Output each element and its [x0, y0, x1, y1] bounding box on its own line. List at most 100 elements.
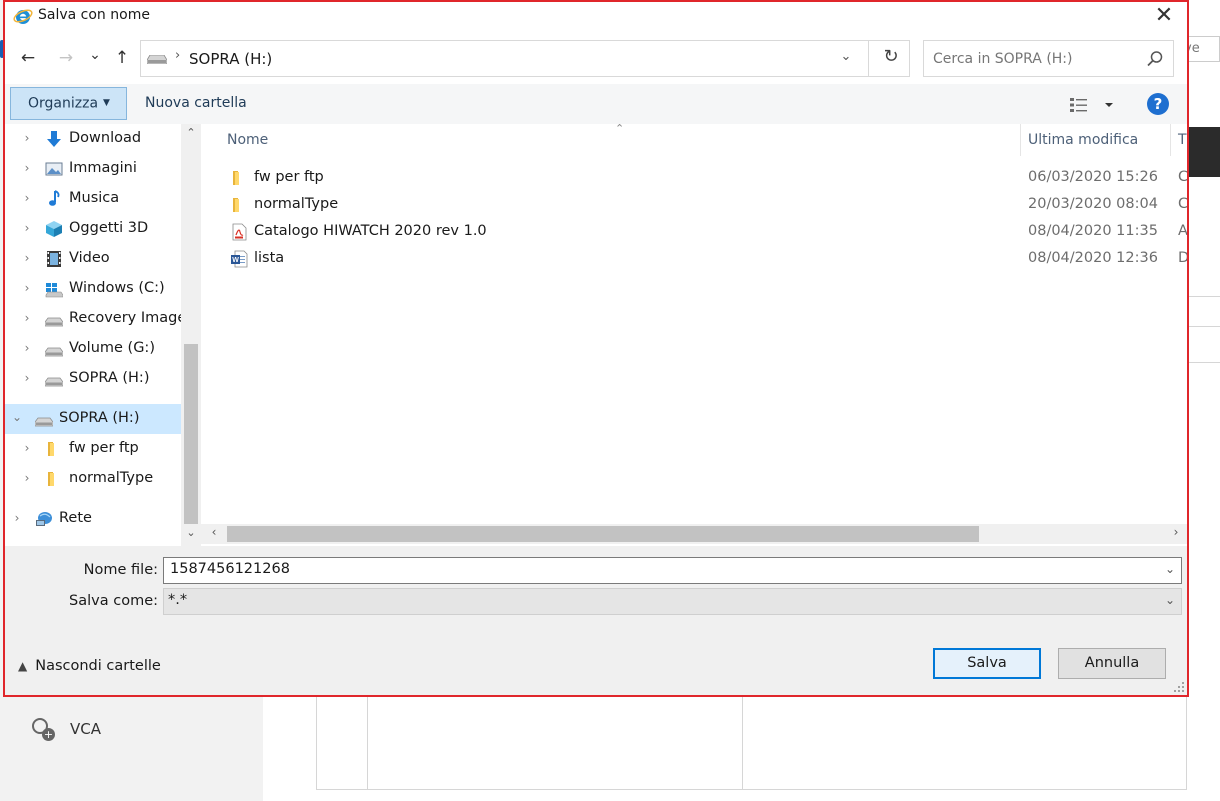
tree-item-download[interactable]: › Download	[5, 124, 181, 154]
help-button[interactable]: ?	[1147, 93, 1169, 115]
scroll-right-icon[interactable]: ›	[1167, 525, 1185, 539]
file-date: 06/03/2020 15:26	[1028, 169, 1158, 185]
chevron-down-icon[interactable]: ⌄	[1165, 562, 1175, 576]
resize-grip-icon[interactable]	[1173, 681, 1185, 693]
windows-drive-icon	[45, 283, 63, 298]
expand-arrow-icon[interactable]: ›	[21, 341, 33, 355]
tree-item-fw-per-ftp[interactable]: › fw per ftp	[5, 434, 181, 464]
filename-value: 1587456121268	[170, 561, 290, 577]
tree-item-windows-c[interactable]: › Windows (C:)	[5, 274, 181, 304]
file-row[interactable]: normalType 20/03/2020 08:04 C	[201, 192, 1187, 219]
file-type: C	[1178, 196, 1187, 212]
column-header-name[interactable]: Nome	[227, 132, 268, 166]
refresh-button[interactable]: ↻	[876, 46, 906, 67]
cancel-button[interactable]: Annulla	[1058, 648, 1166, 679]
expand-arrow-icon[interactable]: ›	[21, 471, 33, 485]
tree-item-label: SOPRA (H:)	[69, 370, 150, 386]
scroll-down-icon[interactable]: ⌄	[181, 526, 201, 544]
recent-locations-button[interactable]: ⌄	[85, 41, 105, 69]
dialog-title: Salva con nome	[38, 7, 150, 23]
address-path[interactable]: SOPRA (H:)	[189, 50, 272, 68]
tree-item-label: Recovery Image	[69, 310, 181, 326]
tree-item-video[interactable]: › Video	[5, 244, 181, 274]
title-bar[interactable]: Salva con nome ✕	[5, 2, 1187, 32]
new-folder-button[interactable]: Nuova cartella	[145, 95, 247, 111]
address-bar[interactable]: › SOPRA (H:) ⌄ ↻	[140, 40, 910, 77]
column-header-modified[interactable]: Ultima modifica	[1028, 132, 1138, 166]
scroll-up-icon[interactable]: ⌃	[181, 126, 201, 144]
tree-item-label: SOPRA (H:)	[59, 410, 140, 426]
tree-item-rete[interactable]: › Rete	[5, 504, 181, 534]
tree-item-recovery-image[interactable]: › Recovery Image	[5, 304, 181, 334]
tree-item-normaltype[interactable]: › normalType	[5, 464, 181, 494]
expand-arrow-icon[interactable]: ›	[21, 441, 33, 455]
collapse-arrow-icon[interactable]: ⌄	[11, 410, 23, 424]
forward-button[interactable]: →	[53, 44, 79, 72]
tree-item-label: Video	[69, 250, 110, 266]
back-button[interactable]: ←	[15, 44, 41, 72]
address-divider	[868, 41, 869, 76]
filename-label: Nome file:	[83, 562, 158, 578]
scroll-left-icon[interactable]: ‹	[205, 525, 223, 539]
save-button[interactable]: Salva	[933, 648, 1041, 679]
download-icon	[47, 131, 61, 147]
save-as-type-value: *.*	[168, 592, 188, 608]
expand-arrow-icon[interactable]: ›	[21, 221, 33, 235]
organize-button[interactable]: Organizza ▼	[10, 87, 127, 120]
tree-item-sopra-h-selected[interactable]: ⌄ SOPRA (H:)	[5, 404, 181, 434]
save-as-type-label: Salva come:	[69, 593, 158, 609]
tree-item-label: Volume (G:)	[69, 340, 155, 356]
tree-item-immagini[interactable]: › Immagini	[5, 154, 181, 184]
search-input[interactable]: Cerca in SOPRA (H:)	[923, 40, 1174, 77]
column-divider[interactable]	[1020, 124, 1021, 156]
up-folder-button[interactable]: ↑	[109, 44, 135, 72]
navigation-row: ← → ⌄ ↑ › SOPRA (H:) ⌄ ↻ Cerca in SOPRA …	[5, 32, 1187, 84]
file-list-horizontal-scrollbar[interactable]: ‹ ›	[201, 524, 1187, 544]
drive-icon	[35, 417, 53, 427]
network-icon	[36, 512, 52, 526]
file-date: 08/04/2020 12:36	[1028, 250, 1158, 266]
background-vca-item[interactable]: + VCA	[30, 716, 101, 742]
view-options-icon[interactable]	[1069, 94, 1117, 116]
file-row[interactable]: fw per ftp 06/03/2020 15:26 C	[201, 165, 1187, 192]
address-dropdown-button[interactable]: ⌄	[833, 49, 859, 64]
command-bar: Organizza ▼ Nuova cartella ?	[5, 84, 1187, 124]
tree-item-sopra-h[interactable]: › SOPRA (H:)	[5, 364, 181, 394]
column-header-type[interactable]: Ti	[1178, 132, 1187, 166]
expand-arrow-icon[interactable]: ›	[21, 311, 33, 325]
drive-icon	[45, 377, 63, 387]
tree-item-label: Windows (C:)	[69, 280, 165, 296]
expand-arrow-icon[interactable]: ›	[21, 281, 33, 295]
expand-arrow-icon[interactable]: ›	[21, 251, 33, 265]
filename-field[interactable]: 1587456121268 ⌄	[163, 557, 1182, 584]
expand-arrow-icon[interactable]: ›	[21, 371, 33, 385]
file-row[interactable]: W lista 08/04/2020 12:36 D	[201, 246, 1187, 273]
column-divider[interactable]	[1170, 124, 1171, 156]
expand-arrow-icon[interactable]: ›	[11, 511, 23, 525]
file-type: C	[1178, 169, 1187, 185]
navigation-pane-scrollbar[interactable]: ⌃ ⌄	[181, 124, 201, 546]
breadcrumb-separator-icon: ›	[175, 48, 181, 63]
background-grid-line	[742, 697, 743, 789]
background-grid-line	[1189, 326, 1220, 327]
save-as-type-select[interactable]: *.* ⌄	[163, 588, 1182, 615]
tree-item-volume-g[interactable]: › Volume (G:)	[5, 334, 181, 364]
chevron-down-icon[interactable]: ⌄	[1165, 593, 1175, 607]
background-grid-line	[1189, 362, 1220, 363]
drive-icon	[45, 317, 63, 327]
expand-arrow-icon[interactable]: ›	[21, 161, 33, 175]
caret-down-icon: ▼	[103, 98, 110, 108]
scrollbar-thumb[interactable]	[184, 344, 198, 524]
close-button[interactable]: ✕	[1151, 4, 1177, 30]
expand-arrow-icon[interactable]: ›	[21, 131, 33, 145]
hide-folders-button[interactable]: ▲ Nascondi cartelle	[18, 658, 161, 674]
expand-arrow-icon[interactable]: ›	[21, 191, 33, 205]
file-row[interactable]: Catalogo HIWATCH 2020 rev 1.0 08/04/2020…	[201, 219, 1187, 246]
file-name: lista	[254, 250, 285, 266]
file-date: 08/04/2020 11:35	[1028, 223, 1158, 239]
scrollbar-thumb[interactable]	[227, 526, 979, 542]
tree-item-musica[interactable]: › Musica	[5, 184, 181, 214]
tree-item-oggetti-3d[interactable]: › Oggetti 3D	[5, 214, 181, 244]
search-placeholder: Cerca in SOPRA (H:)	[933, 51, 1073, 67]
drive-icon	[147, 55, 167, 64]
